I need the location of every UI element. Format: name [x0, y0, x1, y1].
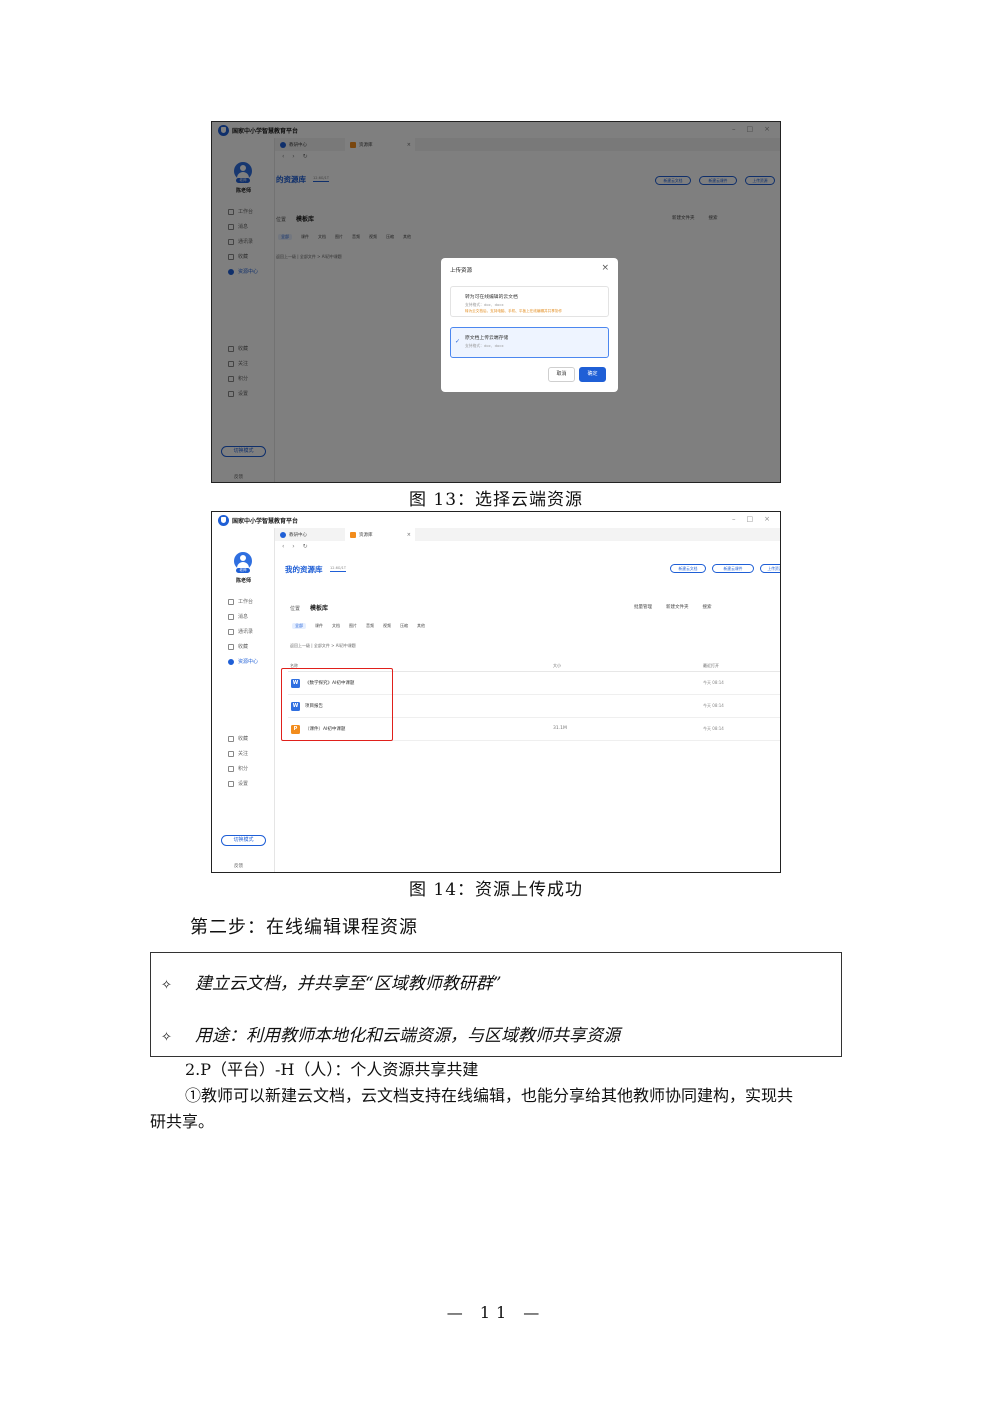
batch-manage-button[interactable]: 批量管理: [634, 604, 652, 610]
figure-14-caption: 图 14：资源上传成功: [408, 880, 584, 900]
figure-13-screenshot: 国家中小学智慧教育平台 – □ × 老师 陈老师 工作台 消息 通讯录 收藏 资…: [211, 121, 781, 483]
new-cloud-doc-button[interactable]: 新建云文档: [670, 564, 706, 573]
filter-image[interactable]: 图片: [349, 623, 357, 629]
teaching-center-icon: [280, 531, 286, 538]
user-name: 陈老师: [235, 578, 251, 584]
filter-audio[interactable]: 音频: [366, 623, 374, 629]
file-size: 31.1M: [553, 726, 567, 731]
upload-resource-dialog: 上传资源 × 转为可在线编辑的云文档 支持格式：doc、docx 转为云文档后，…: [441, 258, 618, 392]
figure-13-caption: 图 13：选择云端资源: [408, 490, 584, 510]
new-cloud-courseware-button[interactable]: 新建云课件: [712, 564, 754, 573]
close-icon[interactable]: ×: [764, 515, 770, 523]
heart-icon: [228, 735, 234, 742]
file-time: 今天 08:14: [703, 680, 724, 685]
resource-center-icon: [228, 658, 234, 665]
sidebar-item-settings[interactable]: 设置: [228, 780, 248, 787]
sidebar-item-points[interactable]: 积分: [228, 765, 248, 772]
toolbar-right: 批量管理 新建文件夹 搜索: [634, 604, 712, 610]
summary-box: ✧ 建立云文档，并共享至“区域教师教研群” ✧ 用途：利用教师本地化和云端资源，与区…: [150, 952, 842, 1057]
filter-all[interactable]: 全部: [292, 623, 306, 629]
minimize-icon[interactable]: –: [732, 515, 736, 523]
new-folder-button[interactable]: 新建文件夹: [666, 604, 689, 610]
column-last-opened[interactable]: 最近打开: [703, 663, 719, 669]
points-icon: [228, 765, 234, 772]
feedback-link[interactable]: 反馈: [234, 863, 243, 869]
bullet-icon: ✧: [161, 978, 172, 993]
option1-title: 转为可在线编辑的云文档: [465, 295, 518, 300]
file-type-filters: 全部 课件 文档 图片 音频 视频 压缩 其他: [292, 623, 425, 629]
search-button[interactable]: 搜索: [703, 604, 712, 610]
nav-arrows[interactable]: ‹ › ↻: [282, 543, 311, 550]
sidebar-item-follow[interactable]: 关注: [228, 750, 248, 757]
filter-video[interactable]: 视频: [383, 623, 391, 629]
sidebar-item-contacts[interactable]: 通讯录: [228, 628, 253, 635]
folder-path: 返回上一级 | 全部文件 > AI初中课题: [290, 643, 356, 648]
option1-note: 转为云文档后，支持电脑、手机、平板上在线编辑并共享协作: [465, 309, 563, 313]
sidebar-item-favorites[interactable]: 收藏: [228, 643, 248, 650]
location-breadcrumb: 位置模板库: [290, 605, 329, 612]
file-time: 今天 08:14: [703, 726, 724, 731]
favorites-icon: [228, 643, 234, 650]
bullet-icon: ✧: [161, 1030, 172, 1045]
filter-other[interactable]: 其他: [417, 623, 425, 629]
user-icon: [228, 750, 234, 757]
tab-teaching-center[interactable]: 教研中心: [275, 528, 345, 541]
option2-formats: 支持格式：doc、docx: [465, 343, 504, 348]
workbench-icon: [228, 598, 234, 605]
cancel-button[interactable]: 取消: [548, 367, 575, 382]
figure-14-screenshot: 国家中小学智慧教育平台 – □ × 老师 陈老师 工作台 消息 通讯录 收藏 资…: [211, 511, 781, 873]
confirm-button[interactable]: 确定: [579, 367, 606, 382]
resource-library-icon: [350, 531, 356, 538]
sidebar-item-resource-center[interactable]: 资源中心: [228, 658, 258, 665]
sidebar-item-messages[interactable]: 消息: [228, 613, 248, 620]
paragraph-line: 研共享。: [150, 1112, 215, 1131]
app-titlebar: 国家中小学智慧教育平台 – □ ×: [212, 512, 780, 528]
sidebar-item-collect[interactable]: 收藏: [228, 735, 248, 742]
upload-resource-button[interactable]: 上传资源: [760, 564, 780, 573]
check-icon: ✓: [455, 338, 461, 345]
file-time: 今天 08:14: [703, 703, 724, 708]
window-controls: – □ ×: [732, 515, 770, 523]
paragraph-line: ①教师可以新建云文档，云文档支持在线编辑，也能分享给其他教师协同建构，实现共: [185, 1086, 794, 1105]
switch-mode-button[interactable]: 切换模式: [221, 835, 266, 846]
option-upload-original[interactable]: ✓ 原文档上传云端存储 支持格式：doc、docx: [450, 327, 609, 358]
filter-archive[interactable]: 压缩: [400, 623, 408, 629]
highlight-box: [281, 668, 393, 741]
avatar-badge: 老师: [236, 568, 250, 573]
step-heading: 第二步：在线编辑课程资源: [190, 917, 418, 938]
column-size[interactable]: 大小: [553, 663, 561, 669]
app-logo-icon: [218, 514, 229, 526]
restore-icon[interactable]: □: [747, 515, 754, 523]
message-icon: [228, 613, 234, 620]
filter-document[interactable]: 文档: [332, 623, 340, 629]
storage-usage: 12.6G/1T: [330, 566, 347, 572]
gear-icon: [228, 780, 234, 787]
list-item: ✧ 用途：利用教师本地化和云端资源，与区域教师共享资源: [161, 1026, 620, 1046]
option2-title: 原文档上传云端存储: [465, 336, 509, 341]
page-number: — 11 —: [446, 1303, 546, 1322]
filter-courseware[interactable]: 课件: [315, 623, 323, 629]
sidebar-item-workbench[interactable]: 工作台: [228, 598, 253, 605]
list-item: ✧ 建立云文档，并共享至“区域教师教研群”: [161, 974, 502, 994]
app-title: 国家中小学智慧教育平台: [232, 517, 299, 525]
option1-formats: 支持格式：doc、docx: [465, 302, 504, 307]
library-title: 我的资源库: [285, 565, 323, 574]
option-convert-cloud-doc[interactable]: 转为可在线编辑的云文档 支持格式：doc、docx 转为云文档后，支持电脑、手机…: [450, 286, 609, 317]
dialog-close-icon[interactable]: ×: [601, 263, 609, 273]
tab-bar: 教研中心 资源库×: [275, 528, 780, 541]
tab-close-icon[interactable]: ×: [407, 532, 411, 538]
tab-resource-library[interactable]: 资源库×: [345, 528, 415, 541]
contacts-icon: [228, 628, 234, 635]
sidebar: 老师 陈老师 工作台 消息 通讯录 收藏 资源中心 收藏 关注 积分 设置 切换…: [212, 528, 275, 872]
section-heading: 2.P（平台）-H（人）：个人资源共享共建: [185, 1060, 479, 1079]
dialog-title: 上传资源: [450, 268, 473, 274]
